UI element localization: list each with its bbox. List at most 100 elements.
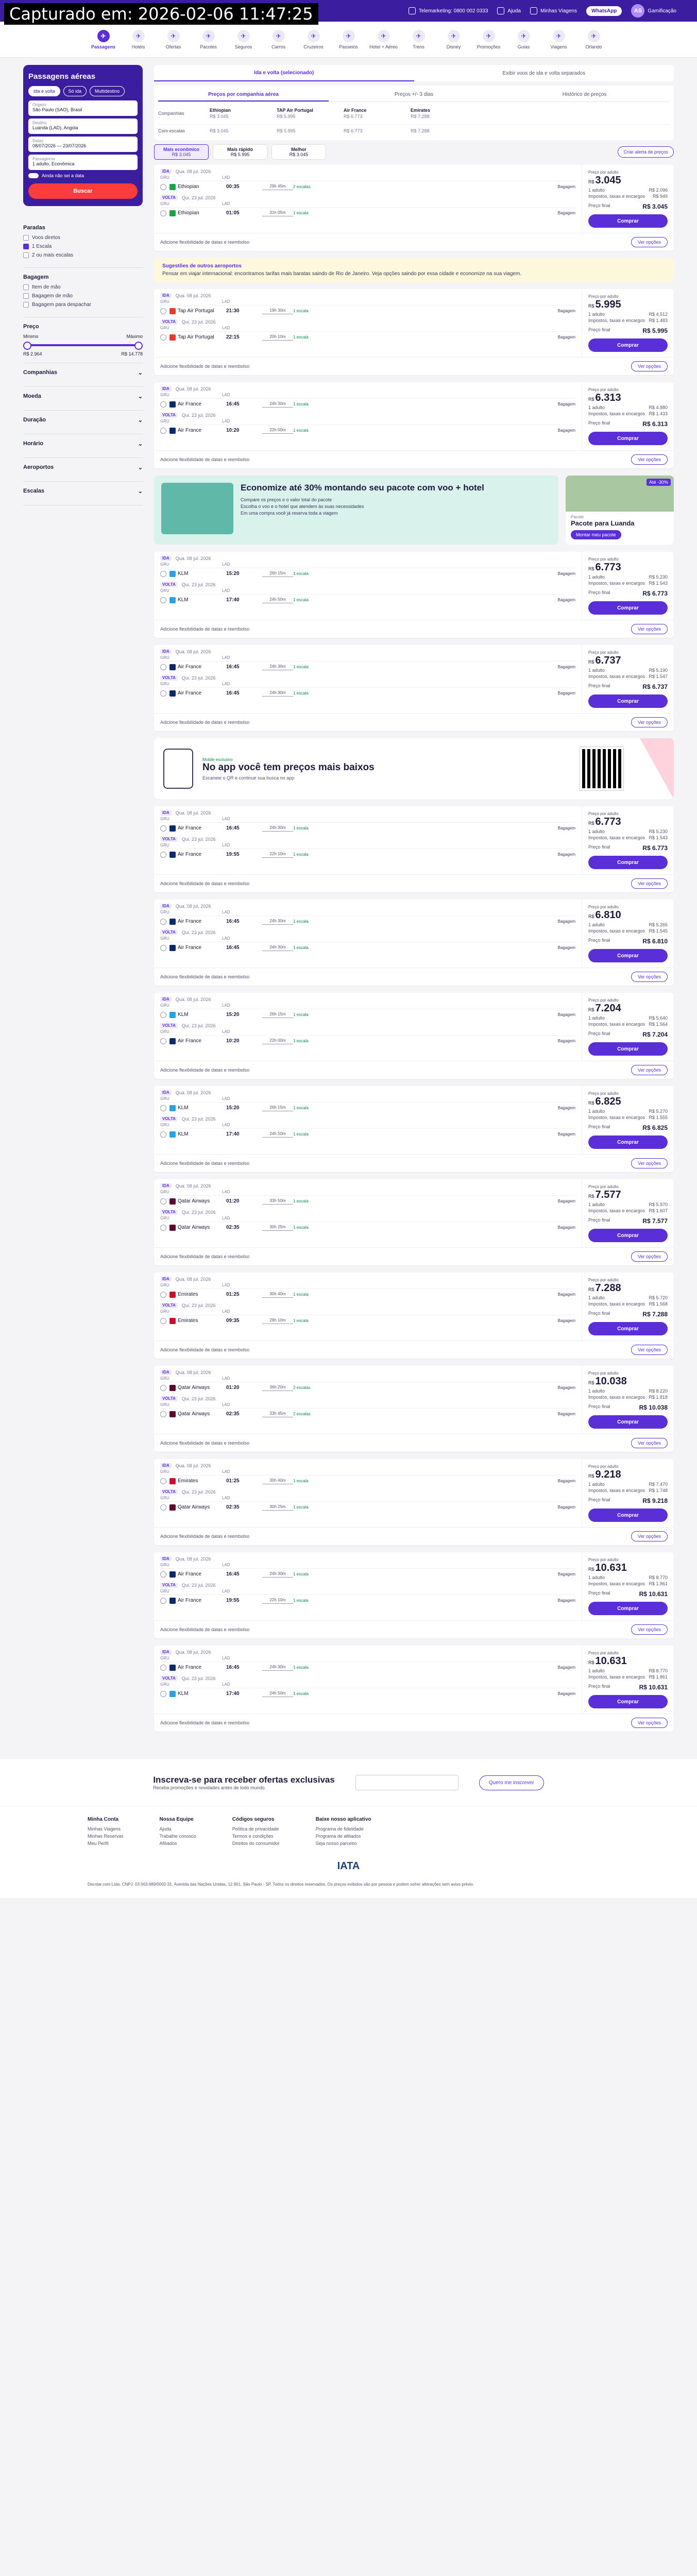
flight-option[interactable]: Qatar Airways 02:35 30h 25m 1 escala Bagagem	[160, 1501, 575, 1513]
checkbox-icon[interactable]	[23, 244, 29, 249]
options-button[interactable]: Ver opções	[631, 1251, 668, 1262]
my-trips-link[interactable]: Minhas Viagens	[530, 7, 577, 14]
flight-option[interactable]: Air France 16:45 24h 30m 1 escala Bagagem	[160, 822, 575, 834]
help-link[interactable]: Ajuda	[497, 7, 521, 14]
tab-roundtrip[interactable]: Ida e volta (selecionado)	[154, 65, 414, 81]
footer-link[interactable]: Termos e condições	[232, 1834, 280, 1839]
buy-button[interactable]: Comprar	[588, 1415, 668, 1429]
radio-icon[interactable]	[160, 1131, 166, 1138]
radio-icon[interactable]	[160, 1504, 166, 1511]
filter-one-stop[interactable]: 1 Escala	[23, 244, 143, 249]
newsletter-email-input[interactable]	[355, 1775, 458, 1790]
options-button[interactable]: Ver opções	[631, 624, 668, 634]
options-button[interactable]: Ver opções	[631, 878, 668, 889]
options-button[interactable]: Ver opções	[631, 717, 668, 727]
radio-icon[interactable]	[160, 1664, 166, 1671]
category-14[interactable]: ✈ Orlando	[578, 22, 610, 57]
flight-option[interactable]: Ethiopian 00:35 29h 45m 2 escalas Bagagem	[160, 181, 575, 192]
filter-airports[interactable]: Aeroportos ⌄	[23, 458, 143, 482]
flight-option[interactable]: Qatar Airways 02:35 33h 45m 2 escalas Bagage…	[160, 1408, 575, 1419]
tab-history[interactable]: Histórico de preços	[499, 89, 670, 101]
flight-option[interactable]: Air France 10:20 22h 00m 1 escala Bagagem	[160, 425, 575, 436]
filter-currency[interactable]: Moeda ⌄	[23, 387, 143, 411]
flight-option[interactable]: Air France 19:55 22h 10m 1 escala Bagagem	[160, 1595, 575, 1606]
radio-icon[interactable]	[160, 690, 166, 697]
user-menu[interactable]: AS Gamificação	[631, 4, 676, 18]
footer-link[interactable]: Política de privacidade	[232, 1826, 280, 1832]
buy-button[interactable]: Comprar	[588, 1509, 668, 1522]
trip-type-roundtrip[interactable]: Ida e volta	[28, 86, 60, 96]
flight-option[interactable]: Qatar Airways 01:20 36h 20m 2 escalas Bagage…	[160, 1382, 575, 1393]
matrix-airline[interactable]: Air France R$ 6.773	[344, 108, 411, 119]
radio-icon[interactable]	[160, 183, 166, 190]
flight-option[interactable]: KLM 17:40 24h 50m 1 escala Bagagem	[160, 1128, 575, 1140]
flight-option[interactable]: KLM 15:20 26h 15m 1 escala Bagagem	[160, 568, 575, 579]
matrix-cell[interactable]: R$ 7.288	[411, 128, 478, 133]
sort-tab[interactable]: Mais econômico R$ 3.045	[154, 144, 209, 160]
options-button[interactable]: Ver opções	[631, 1158, 668, 1168]
flight-option[interactable]: Air France 16:45 24h 30m 1 escala Bagagem	[160, 916, 575, 927]
footer-link[interactable]: Trabalhe conosco	[160, 1834, 196, 1839]
options-button[interactable]: Ver opções	[631, 237, 668, 247]
buy-button[interactable]: Comprar	[588, 1602, 668, 1615]
tab-separate[interactable]: Exibir voos de ida e volta separados	[414, 71, 674, 76]
buy-button[interactable]: Comprar	[588, 338, 668, 352]
toggle-switch[interactable]	[28, 173, 39, 178]
sort-tab[interactable]: Mais rápido R$ 5.995	[213, 144, 267, 160]
options-button[interactable]: Ver opções	[631, 1718, 668, 1728]
flight-option[interactable]: Air France 16:45 24h 30m 1 escala Bagagem	[160, 1568, 575, 1580]
radio-icon[interactable]	[160, 1690, 166, 1697]
category-13[interactable]: ✈ Viagens	[543, 22, 575, 57]
radio-icon[interactable]	[160, 664, 166, 670]
options-button[interactable]: Ver opções	[631, 972, 668, 982]
filter-bag-item[interactable]: Item de mão	[23, 284, 143, 290]
radio-icon[interactable]	[160, 944, 166, 951]
filter-bag-hand[interactable]: Bagagem de mão	[23, 293, 143, 299]
flight-option[interactable]: Qatar Airways 01:20 33h 50m 1 escala Bagagem	[160, 1195, 575, 1207]
radio-icon[interactable]	[160, 1011, 166, 1018]
radio-icon[interactable]	[160, 308, 166, 314]
matrix-airline[interactable]: Emirates R$ 7.288	[411, 108, 478, 119]
whatsapp-button[interactable]: WhatsApp	[586, 6, 622, 16]
category-12[interactable]: ✈ Guias	[508, 22, 540, 57]
promo-card[interactable]: Economize até 30% montando seu pacote co…	[154, 476, 558, 545]
radio-icon[interactable]	[160, 1478, 166, 1484]
radio-icon[interactable]	[160, 918, 166, 925]
matrix-cell[interactable]: R$ 3.045	[210, 128, 277, 133]
buy-button[interactable]: Comprar	[588, 694, 668, 708]
buy-button[interactable]: Comprar	[588, 1322, 668, 1335]
radio-icon[interactable]	[160, 334, 166, 341]
tab-plus-minus-3[interactable]: Preços +/- 3 dias	[329, 89, 499, 101]
radio-icon[interactable]	[160, 1038, 166, 1044]
trip-type-oneway[interactable]: Só ida	[63, 86, 87, 96]
radio-icon[interactable]	[160, 1411, 166, 1417]
filter-two-stops[interactable]: 2 ou mais escalas	[23, 252, 143, 258]
chevron-down-icon[interactable]: ⌄	[138, 488, 143, 495]
radio-icon[interactable]	[160, 570, 166, 577]
radio-icon[interactable]	[160, 597, 166, 603]
filter-bag-checked[interactable]: Bagagem para despachar	[23, 302, 143, 308]
radio-icon[interactable]	[160, 1384, 166, 1391]
category-3[interactable]: ✈ Pacotes	[193, 22, 225, 57]
radio-icon[interactable]	[160, 210, 166, 216]
footer-link[interactable]: Direitos do consumidor	[232, 1841, 280, 1846]
category-0[interactable]: ✈ Passagens	[88, 22, 120, 57]
flight-option[interactable]: Air France 16:45 24h 30m 1 escala Bagagem	[160, 687, 575, 699]
filter-direct[interactable]: Voos diretos	[23, 235, 143, 241]
buy-button[interactable]: Comprar	[588, 432, 668, 445]
category-2[interactable]: ✈ Ofertas	[158, 22, 190, 57]
newsletter-button[interactable]: Quero me inscrever	[479, 1775, 544, 1790]
flexible-date-toggle[interactable]: Ainda não sei a data	[28, 173, 138, 178]
radio-icon[interactable]	[160, 1317, 166, 1324]
radio-icon[interactable]	[160, 1571, 166, 1578]
options-button[interactable]: Ver opções	[631, 454, 668, 465]
category-10[interactable]: ✈ Disney	[438, 22, 470, 57]
category-1[interactable]: ✈ Hotéis	[123, 22, 155, 57]
checkbox-icon[interactable]	[23, 235, 29, 241]
flight-option[interactable]: Air France 16:45 24h 30m 1 escala Bagagem	[160, 661, 575, 672]
buy-button[interactable]: Comprar	[588, 1136, 668, 1149]
radio-icon[interactable]	[160, 1105, 166, 1111]
checkbox-icon[interactable]	[23, 293, 29, 299]
radio-icon[interactable]	[160, 1198, 166, 1205]
options-button[interactable]: Ver opções	[631, 1065, 668, 1075]
